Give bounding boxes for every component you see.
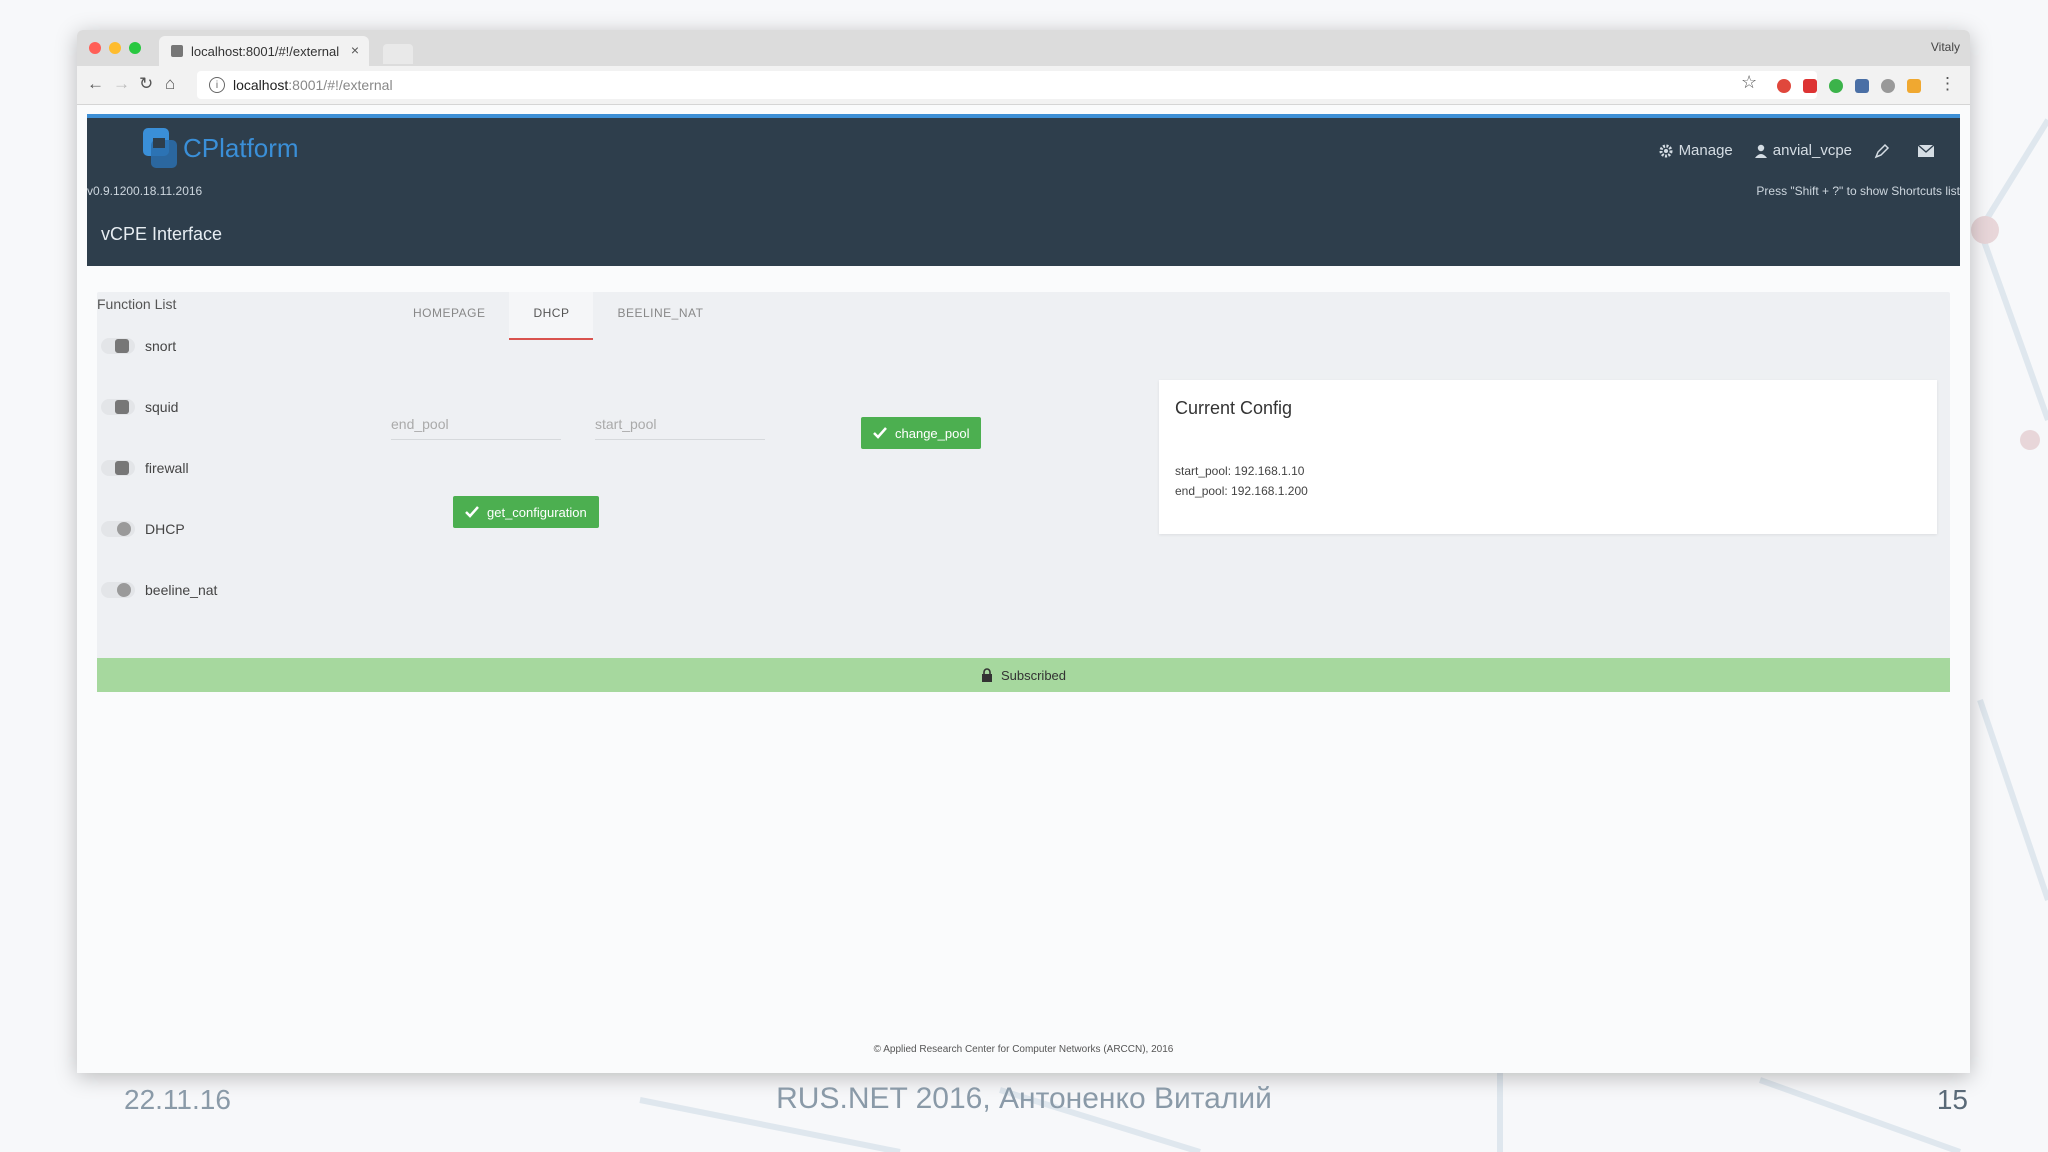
tab-dhcp[interactable]: DHCP [509, 292, 594, 340]
messages-button[interactable] [1918, 144, 1940, 157]
orange-extension-icon[interactable] [1907, 79, 1921, 93]
toggle-switch-firewall[interactable] [101, 460, 135, 476]
function-label: squid [145, 399, 179, 415]
gear-icon [1659, 144, 1673, 157]
envelope-icon [1918, 144, 1934, 157]
function-item-squid[interactable]: squid [101, 399, 178, 415]
back-arrow-icon[interactable]: ← [87, 74, 104, 94]
green-extension-icon[interactable] [1829, 79, 1843, 93]
browser-profile-name[interactable]: Vitaly [1931, 40, 1960, 54]
logo-icon [143, 128, 177, 168]
browser-tab-title: localhost:8001/#!/external [191, 43, 340, 59]
checkmark-icon [465, 506, 479, 518]
subscription-status-bar: Subscribed [97, 658, 1950, 692]
address-toolbar: ← → ↻ ⌂ i localhost :8001/#!/external ☆ … [77, 66, 1970, 105]
function-label: DHCP [145, 521, 185, 537]
opera-extension-icon[interactable] [1777, 79, 1791, 93]
browser-window: localhost:8001/#!/external × Vitaly ← → … [77, 30, 1970, 1073]
gray-extension-icon[interactable] [1881, 79, 1895, 93]
tab-close-icon[interactable]: × [351, 42, 359, 58]
function-item-firewall[interactable]: firewall [101, 460, 189, 476]
username-label: anvial_vcpe [1772, 142, 1852, 159]
function-label: firewall [145, 460, 189, 476]
new-tab-button[interactable] [383, 44, 413, 64]
slide-footer-title: RUS.NET 2016, Антоненко Виталий [776, 1082, 1272, 1115]
url-bar[interactable]: i localhost :8001/#!/external [197, 71, 1817, 99]
browser-menu-icon[interactable]: ⋮ [1939, 74, 1956, 94]
window-close-dot[interactable] [89, 42, 101, 54]
blue-extension-icon[interactable] [1855, 79, 1869, 93]
checkmark-icon [873, 427, 887, 439]
tab-beeline-nat[interactable]: BEELINE_NAT [593, 292, 727, 340]
home-icon[interactable]: ⌂ [165, 74, 175, 94]
get-configuration-label: get_configuration [487, 504, 587, 520]
current-config-card: Current Config start_pool: 192.168.1.10 … [1159, 380, 1937, 534]
change-pool-label: change_pool [895, 425, 970, 441]
function-item-snort[interactable]: snort [101, 338, 176, 354]
function-list-title: Function List [97, 296, 177, 312]
change-pool-button[interactable]: change_pool [861, 417, 982, 449]
toggle-switch-squid[interactable] [101, 399, 135, 415]
config-title: Current Config [1175, 398, 1293, 418]
url-host: localhost [233, 77, 289, 93]
user-icon [1754, 144, 1767, 158]
toggle-switch-beeline-nat[interactable] [101, 582, 135, 598]
user-menu[interactable]: anvial_vcpe [1754, 142, 1852, 159]
content-panel: Function List snort squid firewall DHCP … [97, 292, 1950, 692]
brand-logo[interactable]: CPlatform [143, 128, 299, 168]
window-minimize-dot[interactable] [109, 42, 121, 54]
function-label: beeline_nat [145, 582, 218, 598]
manage-menu[interactable]: Manage [1659, 142, 1733, 159]
site-info-icon[interactable]: i [209, 77, 225, 93]
edit-shortcut-button[interactable] [1874, 143, 1896, 159]
pencil-icon [1874, 143, 1890, 158]
tab-homepage[interactable]: HOMEPAGE [389, 292, 509, 340]
page-title: vCPE Interface [101, 224, 223, 244]
toggle-switch-dhcp[interactable] [101, 521, 135, 537]
manage-label: Manage [1678, 142, 1733, 159]
browser-tab[interactable]: localhost:8001/#!/external × [159, 36, 369, 66]
shortcut-hint: Press "Shift + ?" to show Shortcuts list [1756, 184, 1960, 198]
app-version: v0.9.1200.18.11.2016 [87, 184, 203, 198]
window-maximize-dot[interactable] [129, 42, 141, 54]
app-header: CPlatform v0.9.1200.18.11.2016 vCPE Inte… [87, 114, 1960, 266]
end-pool-input[interactable]: end_pool [391, 410, 561, 440]
lock-icon [981, 668, 992, 682]
bookmark-star-icon[interactable]: ☆ [1741, 72, 1757, 93]
favicon-icon [171, 45, 183, 57]
reload-icon[interactable]: ↻ [139, 74, 153, 94]
get-configuration-button[interactable]: get_configuration [453, 496, 599, 528]
function-item-beeline-nat[interactable]: beeline_nat [101, 582, 217, 598]
config-start-pool: start_pool: 192.168.1.10 [1175, 464, 1305, 478]
function-label: snort [145, 338, 177, 354]
browser-tab-bar: localhost:8001/#!/external × Vitaly [77, 30, 1970, 66]
start-pool-input[interactable]: start_pool [595, 410, 765, 440]
function-item-dhcp[interactable]: DHCP [101, 521, 185, 537]
copyright-footer: © Applied Research Center for Computer N… [873, 1044, 1174, 1055]
pdf-extension-icon[interactable] [1803, 79, 1817, 93]
forward-arrow-icon[interactable]: → [113, 74, 130, 94]
url-path: :8001/#!/external [288, 77, 393, 93]
function-tabs: HOMEPAGE DHCP BEELINE_NAT [389, 292, 727, 340]
header-actions: Manage anvial_vcpe [1637, 142, 1940, 159]
config-end-pool: end_pool: 192.168.1.200 [1175, 484, 1308, 498]
toggle-switch-snort[interactable] [101, 338, 135, 354]
brand-name: CPlatform [183, 132, 299, 163]
subscribed-label: Subscribed [1000, 667, 1067, 683]
slide-page-number: 15 [1936, 1084, 1968, 1115]
